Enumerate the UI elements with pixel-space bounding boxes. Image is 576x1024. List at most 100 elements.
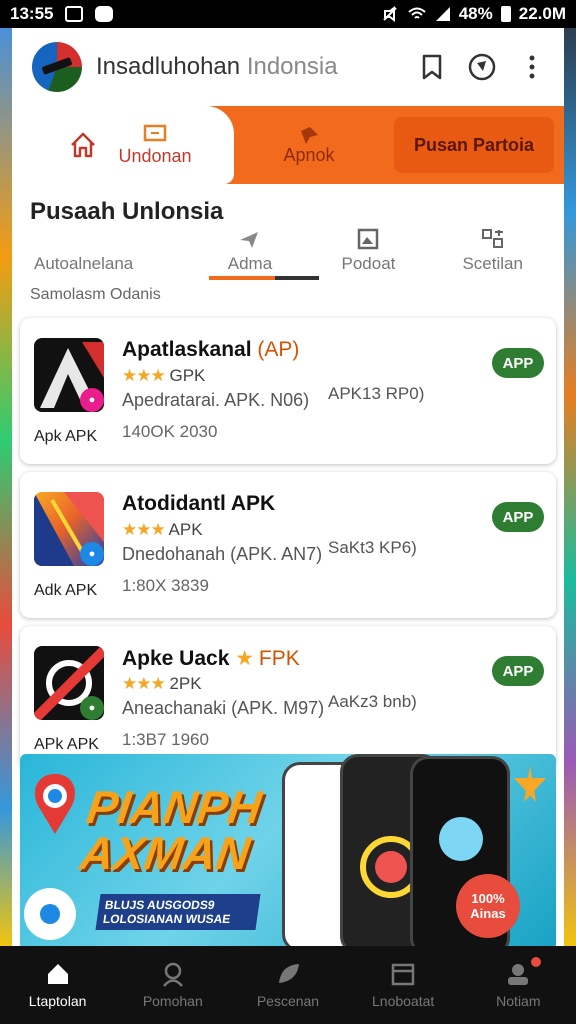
filter-label: Autoalnelana — [34, 254, 134, 273]
tab-undonan-label: Undonan — [118, 145, 192, 166]
nav-pescenan[interactable]: Pescenan — [233, 961, 343, 1009]
banner-subtitle: BLUJS AUSGODS9 LOLOSIANAN WUSAE — [95, 894, 261, 930]
star-icon: ★ — [235, 647, 254, 670]
background-decoration-right — [564, 28, 576, 946]
nav-label: Notiam — [496, 993, 541, 1009]
rating-text: GPK — [169, 366, 206, 385]
app-card[interactable]: ● APk APK Apke Uack ★ FPK ★★★ 2PK Aneach… — [20, 626, 556, 772]
bookmark-button[interactable] — [410, 45, 454, 89]
list-hint: Samolasm Odanis — [30, 286, 161, 303]
nav-label: Ltaptolan — [28, 993, 87, 1009]
bottom-navigation: Ltaptolan Pomohan Pescenan Lnoboatat Not… — [0, 946, 576, 1024]
app-size: AaKz3 bnb) — [328, 692, 417, 711]
app-icon: ● — [34, 338, 104, 412]
nav-notiam[interactable]: Notiam — [463, 957, 573, 1009]
status-right-text: 22.0M — [518, 4, 566, 23]
app-name-text: Apke Uack — [122, 647, 230, 670]
promo-banner[interactable]: PIANPH AXMAN BLUJS AUSGODS9 LOLOSIANAN W… — [20, 754, 556, 946]
tab-apnok[interactable]: Apnok — [234, 106, 384, 184]
search-person-icon — [162, 962, 183, 987]
gallery-tile-icon — [358, 228, 379, 250]
filter-row: Autoalnelana Adma Podoat Scetilan — [12, 228, 564, 280]
app-card[interactable]: ● Adk APK Atodidantl APK ★★★ APK Dnedoha… — [20, 472, 556, 618]
nav-label: Lnoboatat — [372, 993, 435, 1009]
battery-percent: 48% — [458, 4, 493, 23]
calendar-icon — [391, 963, 415, 986]
app-name: Apatlaskanal (AP) — [122, 338, 299, 362]
home-icon — [47, 964, 68, 984]
app-name-text: Apatlaskanal — [122, 338, 252, 361]
app-name: Atodidantl APK — [122, 492, 275, 516]
filter-autoalnelana[interactable]: Autoalnelana — [26, 254, 198, 274]
more-options-button[interactable] — [510, 45, 554, 89]
compass-icon — [468, 53, 496, 81]
app-downloads: 140OK 2030 — [122, 422, 218, 441]
app-window: Insadluhohan Indonsia Undonan Apnok Pusa… — [12, 28, 564, 946]
nav-pomohan[interactable]: Pomohan — [118, 961, 228, 1009]
app-icon-caption: Adk APK — [34, 582, 98, 599]
chrome-pin-icon — [24, 774, 76, 940]
filter-adma[interactable]: Adma — [198, 230, 301, 274]
app-downloads: 1:3B7 1960 — [122, 730, 209, 749]
app-size: SaKt3 KP6) — [328, 538, 417, 557]
apps-grid-icon — [481, 229, 503, 248]
app-icon-caption: Apk APK — [34, 428, 98, 445]
mute-icon — [383, 6, 397, 22]
app-rating: ★★★ GPK — [122, 366, 205, 386]
pin-icon — [301, 126, 318, 144]
bookmark-icon — [422, 54, 442, 80]
app-name-highlight: FPK — [258, 647, 300, 670]
tab-apnok-label: Apnok — [283, 144, 335, 165]
wifi-icon — [408, 7, 426, 19]
app-install-button[interactable]: APP — [492, 348, 544, 378]
tab-undonan[interactable]: Undonan — [12, 106, 234, 184]
notification-dot — [531, 957, 542, 967]
app-badge-icon: ● — [80, 388, 104, 412]
top-tab-bar: Undonan Apnok Pusan Partoia — [12, 106, 564, 184]
app-rating: ★★★ 2PK — [122, 674, 202, 694]
signal-icon — [435, 7, 450, 21]
more-vertical-icon — [529, 55, 535, 79]
filter-scetilan[interactable]: Scetilan — [435, 228, 550, 274]
app-description: Dnedohanah (APK. AN7) — [122, 544, 323, 564]
rating-text: APK — [168, 520, 203, 539]
app-size: APK13 RP0) — [328, 384, 425, 403]
app-logo — [32, 42, 82, 92]
filter-label: Podoat — [341, 254, 396, 273]
background-decoration-left — [0, 28, 12, 946]
section-title: Pusaah Unlonsia — [30, 198, 224, 225]
star-logo-icon — [514, 766, 546, 802]
star-rating-icon: ★★★ — [122, 520, 166, 539]
discount-badge: 100% Ainas — [456, 874, 520, 938]
app-install-button[interactable]: APP — [492, 502, 544, 532]
app-icon-caption: APk APK — [34, 736, 99, 753]
cursor-icon — [239, 232, 258, 248]
app-rating: ★★★ APK — [122, 520, 203, 540]
filter-podoat[interactable]: Podoat — [302, 228, 436, 274]
app-title: Insadluhohan Indonsia — [96, 53, 404, 81]
app-icon: ● — [34, 492, 104, 566]
banner-title-line2: AXMAN — [77, 827, 254, 879]
star-rating-icon: ★★★ — [122, 674, 166, 693]
nav-home[interactable]: Ltaptolan — [3, 961, 113, 1009]
app-icon: ● — [34, 646, 104, 720]
app-install-button[interactable]: APP — [492, 656, 544, 686]
filter-label: Scetilan — [462, 254, 523, 273]
app-badge-icon: ● — [80, 542, 104, 566]
leaf-icon — [278, 964, 299, 983]
pusan-partoia-button[interactable]: Pusan Partoia — [394, 117, 554, 173]
status-bar: 13:55 48% 22.0M — [0, 0, 576, 28]
filter-label: Adma — [227, 254, 273, 273]
star-rating-icon: ★★★ — [122, 366, 166, 385]
banner-title: PIANPH AXMAN — [77, 781, 265, 879]
app-card[interactable]: ● Apk APK Apatlaskanal (AP) ★★★ GPK Aped… — [20, 318, 556, 464]
compass-button[interactable] — [460, 45, 504, 89]
app-badge-icon: ● — [80, 696, 104, 720]
nav-label: Pescenan — [256, 993, 320, 1009]
app-name: Apke Uack ★ FPK — [122, 646, 300, 671]
battery-icon — [500, 6, 511, 22]
messenger-icon — [95, 6, 114, 22]
app-name-highlight: (AP) — [257, 338, 300, 361]
app-list: ● Apk APK Apatlaskanal (AP) ★★★ GPK Aped… — [12, 312, 564, 772]
nav-lnoboatat[interactable]: Lnoboatat — [348, 961, 458, 1009]
